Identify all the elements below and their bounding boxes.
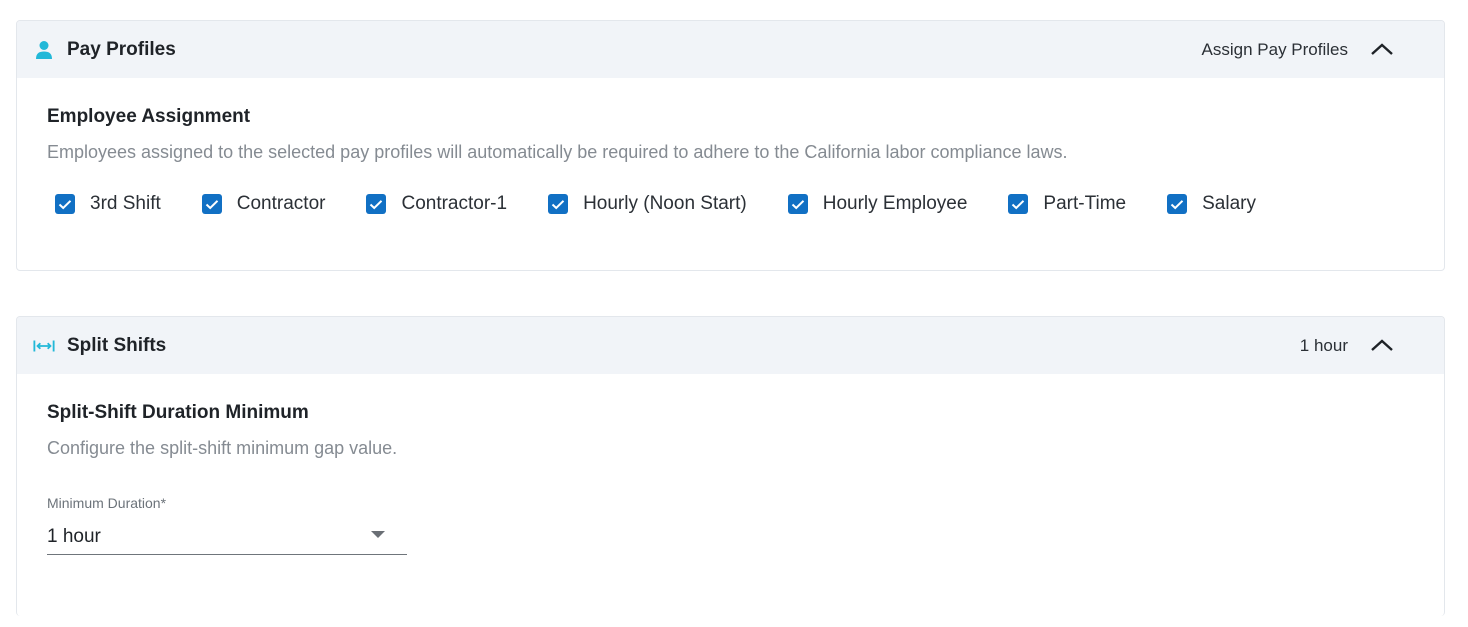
checkbox-hourly-noon-start[interactable]: Hourly (Noon Start) [548,193,747,215]
pay-profiles-panel: Pay Profiles Assign Pay Profiles Employe… [16,20,1445,271]
person-icon [33,39,55,61]
split-shift-duration-title: Split-Shift Duration Minimum [47,402,309,423]
minimum-duration-value: 1 hour [47,525,101,547]
minimum-duration-label: Minimum Duration* [47,495,167,511]
checkbox-contractor[interactable]: Contractor [201,193,325,215]
checkbox-checked-icon[interactable] [1167,194,1188,214]
checkbox-checked-icon[interactable] [787,194,808,214]
chevron-up-icon[interactable] [1368,37,1396,61]
employee-assignment-title: Employee Assignment [47,106,251,127]
pay-profiles-title: Pay Profiles [67,38,176,60]
split-shift-duration-description: Configure the split-shift minimum gap va… [47,438,398,458]
checkbox-checked-icon[interactable] [548,194,569,214]
split-arrows-icon [33,335,55,357]
employee-assignment-description: Employees assigned to the selected pay p… [47,142,1068,162]
minimum-duration-select[interactable]: 1 hour [47,519,407,555]
split-shifts-summary: 1 hour [1299,335,1348,355]
checkbox-hourly-employee[interactable]: Hourly Employee [787,193,967,215]
checkbox-salary[interactable]: Salary [1167,193,1256,215]
checkbox-checked-icon[interactable] [366,194,387,214]
minimum-duration-field: Minimum Duration* 1 hour [47,495,407,555]
checkbox-contractor-1[interactable]: Contractor-1 [366,193,507,215]
checkbox-part-time[interactable]: Part-Time [1008,193,1126,215]
checkbox-checked-icon[interactable] [201,194,222,214]
split-shifts-panel: Split Shifts 1 hour Split-Shift Duration… [16,316,1445,616]
pay-profiles-header[interactable]: Pay Profiles Assign Pay Profiles [17,21,1444,78]
pay-profile-checkbox-list: 3rd Shift Contractor Contractor-1 Hourly… [47,193,1414,215]
chevron-up-icon[interactable] [1368,333,1396,357]
split-shifts-header[interactable]: Split Shifts 1 hour [17,317,1444,374]
checkbox-checked-icon[interactable] [1008,194,1029,214]
checkbox-checked-icon[interactable] [55,194,75,214]
split-shifts-title: Split Shifts [67,334,167,356]
pay-profiles-summary: Assign Pay Profiles [1201,39,1348,59]
dropdown-caret-icon[interactable] [371,531,385,538]
checkbox-3rd-shift[interactable]: 3rd Shift [55,193,161,215]
